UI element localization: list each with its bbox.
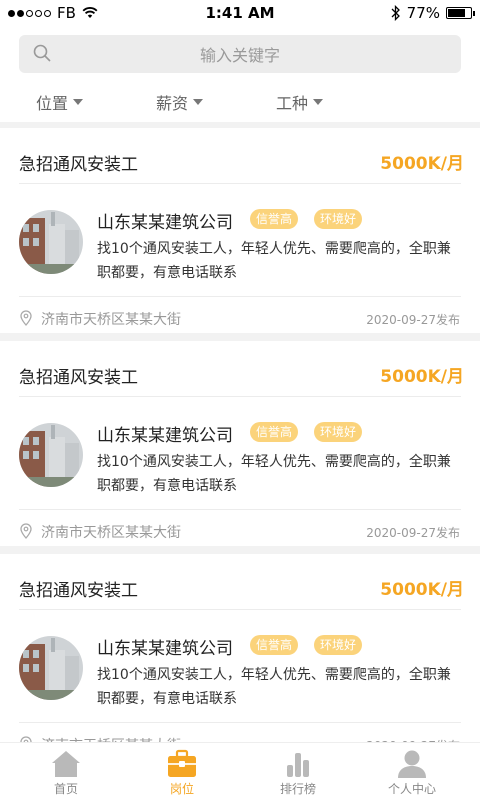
- company-avatar: [19, 210, 83, 274]
- tab-ranking[interactable]: 排行榜: [238, 743, 358, 800]
- tab-home[interactable]: 首页: [6, 743, 126, 800]
- tag-environment: 环境好: [314, 635, 363, 655]
- post-date: 2020-09-27发布: [366, 313, 460, 327]
- divider: [19, 722, 461, 723]
- filter-label: 薪资: [156, 94, 189, 113]
- user-icon: [398, 750, 426, 778]
- divider: [19, 509, 461, 510]
- tab-label: 岗位: [169, 782, 194, 796]
- briefcase-icon: [168, 749, 196, 777]
- job-salary: 5000K/月: [380, 154, 464, 174]
- job-card[interactable]: 急招通风安装工 5000K/月 山东某某建筑公司 信誉高 环境好 找10个通风安…: [0, 554, 480, 759]
- job-salary: 5000K/月: [380, 580, 464, 600]
- header: 输入关键字 位置 薪资 工种: [0, 28, 480, 122]
- caret-down-icon: [313, 99, 324, 105]
- tag-environment: 环境好: [314, 209, 363, 229]
- filter-work-type[interactable]: 工种: [276, 90, 324, 114]
- search-input[interactable]: 输入关键字: [19, 35, 461, 73]
- job-card[interactable]: 急招通风安装工 5000K/月 山东某某建筑公司 信誉高 环境好 找10个通风安…: [0, 341, 480, 546]
- tag-reputation: 信誉高: [250, 635, 299, 655]
- search-icon: [33, 44, 51, 62]
- job-location: 济南市天桥区某某大街: [41, 312, 181, 328]
- tab-label: 个人中心: [387, 782, 436, 796]
- filter-label: 位置: [36, 94, 69, 113]
- company-avatar: [19, 636, 83, 700]
- filter-label: 工种: [276, 94, 309, 113]
- tab-jobs[interactable]: 岗位: [122, 743, 242, 800]
- status-right: 77%: [391, 4, 475, 22]
- divider: [19, 396, 461, 397]
- location-pin-icon: [20, 523, 32, 539]
- filter-location[interactable]: 位置: [36, 90, 84, 114]
- bar-chart-icon: [287, 753, 309, 777]
- tab-label: 首页: [53, 782, 78, 796]
- job-description: 找10个通风安装工人，年轻人优先、需要爬高的，全职兼职都要，有意电话联系: [97, 241, 451, 281]
- divider: [19, 609, 461, 610]
- tab-label: 排行榜: [279, 782, 316, 796]
- job-salary: 5000K/月: [380, 367, 464, 387]
- company-name: 山东某某建筑公司: [97, 213, 233, 233]
- job-title: 急招通风安装工: [19, 368, 138, 388]
- divider: [19, 296, 461, 297]
- search-placeholder: 输入关键字: [199, 46, 280, 65]
- filter-salary[interactable]: 薪资: [156, 90, 204, 114]
- job-location: 济南市天桥区某某大街: [41, 525, 181, 541]
- caret-down-icon: [73, 99, 84, 105]
- battery-percent: 77%: [406, 4, 440, 22]
- battery-icon: [446, 7, 475, 19]
- company-name: 山东某某建筑公司: [97, 639, 233, 659]
- caret-down-icon: [193, 99, 204, 105]
- filter-bar: 位置 薪资 工种: [0, 90, 480, 114]
- job-title: 急招通风安装工: [19, 581, 138, 601]
- job-description: 找10个通风安装工人，年轻人优先、需要爬高的，全职兼职都要，有意电话联系: [97, 667, 451, 707]
- job-title: 急招通风安装工: [19, 155, 138, 175]
- bluetooth-icon: [391, 5, 400, 21]
- company-avatar: [19, 423, 83, 487]
- tag-reputation: 信誉高: [250, 422, 299, 442]
- tag-environment: 环境好: [314, 422, 363, 442]
- tag-reputation: 信誉高: [250, 209, 299, 229]
- home-icon: [52, 751, 80, 777]
- company-name: 山东某某建筑公司: [97, 426, 233, 446]
- divider: [19, 183, 461, 184]
- post-date: 2020-09-27发布: [366, 526, 460, 540]
- tab-bar: 首页 岗位 排行榜 个人中心: [0, 742, 480, 800]
- battery-fill: [448, 9, 465, 17]
- status-bar: FB 1:41 AM 77%: [0, 0, 480, 28]
- tab-profile[interactable]: 个人中心: [352, 743, 472, 800]
- job-card[interactable]: 急招通风安装工 5000K/月 山东某某建筑公司 信誉高 环境好 找10个通风安…: [0, 128, 480, 333]
- location-pin-icon: [20, 310, 32, 326]
- job-description: 找10个通风安装工人，年轻人优先、需要爬高的，全职兼职都要，有意电话联系: [97, 454, 451, 494]
